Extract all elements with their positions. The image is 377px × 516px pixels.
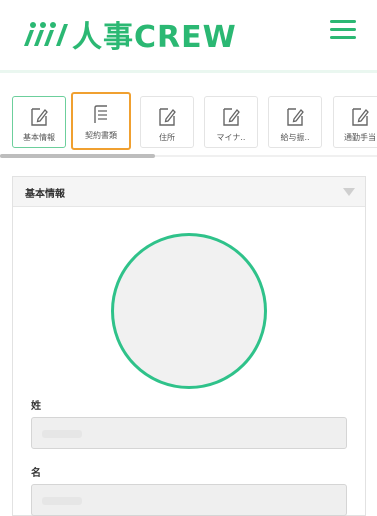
panel-header[interactable]: 基本情報 xyxy=(13,177,365,207)
basic-info-panel: 基本情報 姓 名 xyxy=(12,176,366,516)
edit-icon xyxy=(31,108,48,126)
document-icon xyxy=(94,105,107,123)
tab-label: 通勤手当 xyxy=(344,133,376,142)
collapse-triangle-icon[interactable] xyxy=(343,188,355,196)
brand-name: 人事CREW xyxy=(72,20,237,55)
first-name-label: 名 xyxy=(31,468,41,479)
tab-label: 契約書類 xyxy=(85,131,117,140)
hamburger-icon-bar xyxy=(330,36,356,39)
last-name-field[interactable] xyxy=(31,417,347,449)
edit-icon xyxy=(159,108,176,126)
section-tabs: 基本情報 契約書類 住所 マイナ.. 給与振.. 通勤手当 xyxy=(0,90,377,150)
hamburger-icon-bar xyxy=(330,20,356,23)
tab-salary-transfer[interactable]: 給与振.. xyxy=(268,96,322,148)
edit-icon xyxy=(352,108,369,126)
first-name-field[interactable] xyxy=(31,484,347,516)
tab-contract-documents[interactable]: 契約書類 xyxy=(71,92,131,150)
brand-logo[interactable]: 人事CREW xyxy=(20,14,237,55)
logo-mark-icon xyxy=(24,22,68,46)
tab-commute-allowance[interactable]: 通勤手当 xyxy=(333,96,377,148)
tab-label: マイナ.. xyxy=(216,133,246,142)
tabs-scrollbar[interactable] xyxy=(0,154,155,158)
last-name-label: 姓 xyxy=(31,401,41,412)
profile-photo-placeholder[interactable] xyxy=(111,233,267,389)
edit-icon xyxy=(223,108,240,126)
tab-label: 住所 xyxy=(159,133,175,142)
header-divider xyxy=(0,70,377,73)
hamburger-menu-button[interactable] xyxy=(330,20,358,46)
tab-label: 給与振.. xyxy=(280,133,310,142)
hamburger-icon-bar xyxy=(330,28,356,31)
app-header: 人事CREW xyxy=(0,0,377,70)
tab-label: 基本情報 xyxy=(23,133,55,142)
blurred-value xyxy=(42,497,82,505)
blurred-value xyxy=(42,430,82,438)
panel-title: 基本情報 xyxy=(25,189,65,200)
edit-icon xyxy=(287,108,304,126)
tab-basic-info[interactable]: 基本情報 xyxy=(12,96,66,148)
tab-mynumber[interactable]: マイナ.. xyxy=(204,96,258,148)
tab-address[interactable]: 住所 xyxy=(140,96,194,148)
